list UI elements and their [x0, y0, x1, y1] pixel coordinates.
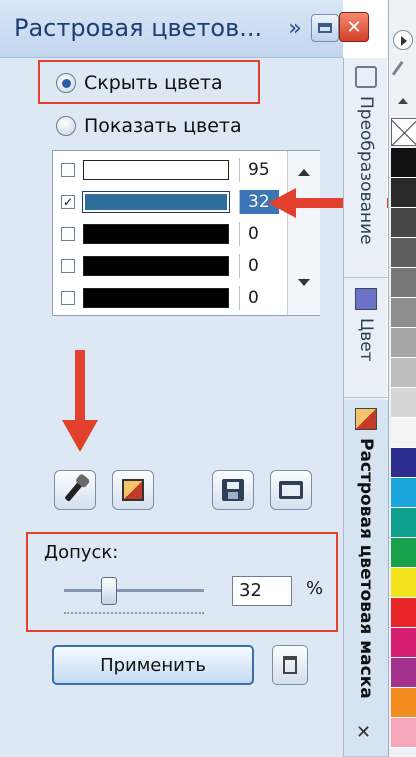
minimize-docker-button[interactable] [311, 14, 339, 42]
scroll-up-icon[interactable] [298, 169, 310, 176]
eyedropper-icon [64, 478, 86, 502]
docker-tabs: Преобразование Цвет Растровая цветовая м… [343, 58, 388, 757]
palette-swatch[interactable] [391, 268, 416, 298]
color-list-scrollbar[interactable] [287, 151, 320, 315]
no-color-swatch[interactable] [391, 118, 416, 146]
palette-scroll-up-icon[interactable] [398, 98, 408, 104]
palette-swatch[interactable] [391, 358, 416, 388]
annotation-arrow-shaft [75, 350, 85, 430]
scroll-down-icon[interactable] [298, 279, 310, 286]
palette-swatch[interactable] [391, 538, 416, 568]
color-row-checkbox[interactable] [61, 227, 75, 241]
palette-swatch[interactable] [391, 388, 416, 418]
palette-swatch[interactable] [391, 208, 416, 238]
open-mask-button[interactable] [270, 470, 312, 510]
color-row-checkbox[interactable] [61, 259, 75, 273]
apply-button[interactable]: Применить [52, 645, 254, 685]
color-row-swatch[interactable] [83, 256, 229, 276]
color-row-swatch[interactable] [82, 191, 230, 213]
color-mask-icon [355, 408, 377, 430]
expand-docker-button[interactable]: » [283, 14, 307, 42]
close-tab-icon[interactable]: ✕ [356, 722, 371, 743]
tab-bitmap-color-mask-label: Растровая цветовая маска [356, 438, 376, 699]
color-palette [388, 0, 416, 757]
color-row-swatch[interactable] [83, 224, 229, 244]
palette-swatch[interactable] [391, 148, 416, 178]
tab-color[interactable]: Цвет [344, 280, 388, 398]
palette-swatch[interactable] [391, 718, 416, 748]
color-row-checkbox[interactable]: ✓ [61, 195, 75, 209]
color-row-checkbox[interactable] [61, 291, 75, 305]
radio-hide-colors[interactable]: Скрыть цвета [56, 72, 223, 94]
transform-icon [355, 66, 377, 88]
tolerance-label: Допуск: [44, 542, 119, 563]
palette-swatch[interactable] [391, 658, 416, 688]
palette-swatch[interactable] [391, 508, 416, 538]
delete-button[interactable] [272, 645, 308, 685]
color-swatch-icon [355, 288, 377, 310]
tab-transform-label: Преобразование [356, 96, 376, 245]
color-row-tolerance[interactable]: 0 [239, 222, 279, 246]
tab-color-label: Цвет [356, 318, 376, 362]
bitmap-color-mask-docker: Растровая цветов... » ✕ [0, 0, 369, 757]
tolerance-slider-thumb[interactable] [100, 577, 117, 605]
tab-bitmap-color-mask[interactable]: Растровая цветовая маска [344, 400, 388, 757]
edit-color-button[interactable] [112, 470, 154, 510]
annotation-arrow-down-icon [62, 420, 98, 452]
tolerance-slider-ticks [64, 612, 204, 616]
minimize-icon [318, 23, 332, 33]
annotation-arrow-left-icon [268, 188, 296, 218]
radio-show-colors[interactable]: Показать цвета [56, 115, 242, 137]
save-icon [222, 479, 244, 501]
color-row-swatch[interactable] [83, 288, 229, 308]
tolerance-slider[interactable] [64, 589, 204, 592]
close-docker-button[interactable]: ✕ [339, 12, 369, 42]
checkmark-icon: ✓ [62, 195, 74, 209]
color-row-selected[interactable]: ✓ 32 [53, 189, 285, 215]
radio-dot-unselected [56, 116, 76, 136]
color-row-tolerance[interactable]: 0 [239, 286, 279, 310]
color-row[interactable]: 0 [53, 253, 285, 279]
palette-swatch[interactable] [391, 688, 416, 718]
color-row-tolerance[interactable]: 0 [239, 254, 279, 278]
docker-title: Растровая цветов... [14, 14, 263, 42]
tolerance-input[interactable]: 32 [232, 576, 292, 606]
palette-swatch[interactable] [391, 178, 416, 208]
tolerance-unit: % [306, 578, 324, 599]
close-icon: ✕ [346, 16, 362, 38]
eyedropper-button[interactable] [54, 470, 96, 510]
palette-swatch[interactable] [391, 568, 416, 598]
color-row[interactable]: 0 [53, 285, 285, 311]
docker-title-bar: Растровая цветов... » ✕ [0, 0, 369, 58]
color-row-tolerance[interactable]: 95 [239, 158, 279, 182]
color-mask-icon [122, 479, 144, 501]
palette-swatch[interactable] [391, 598, 416, 628]
color-list: 95 ✓ 32 0 0 0 [52, 150, 320, 316]
palette-swatch[interactable] [391, 448, 416, 478]
radio-dot-selected [56, 73, 76, 93]
palette-swatch[interactable] [391, 238, 416, 268]
palette-expand-icon[interactable] [393, 30, 413, 50]
palette-swatch[interactable] [391, 478, 416, 508]
palette-swatch[interactable] [391, 328, 416, 358]
color-row[interactable]: 95 [53, 157, 285, 183]
color-row-checkbox[interactable] [61, 163, 75, 177]
folder-open-icon [279, 481, 303, 499]
eyedropper-icon[interactable] [391, 60, 415, 84]
palette-swatch[interactable] [391, 418, 416, 448]
palette-swatch[interactable] [391, 298, 416, 328]
tab-transform[interactable]: Преобразование [344, 58, 388, 278]
color-row-swatch[interactable] [83, 160, 229, 180]
color-row[interactable]: 0 [53, 221, 285, 247]
palette-swatch[interactable] [391, 628, 416, 658]
save-mask-button[interactable] [212, 470, 254, 510]
radio-hide-colors-label: Скрыть цвета [84, 72, 223, 94]
double-chevron-right-icon: » [288, 15, 302, 41]
trash-icon [283, 656, 297, 674]
radio-show-colors-label: Показать цвета [84, 115, 242, 137]
